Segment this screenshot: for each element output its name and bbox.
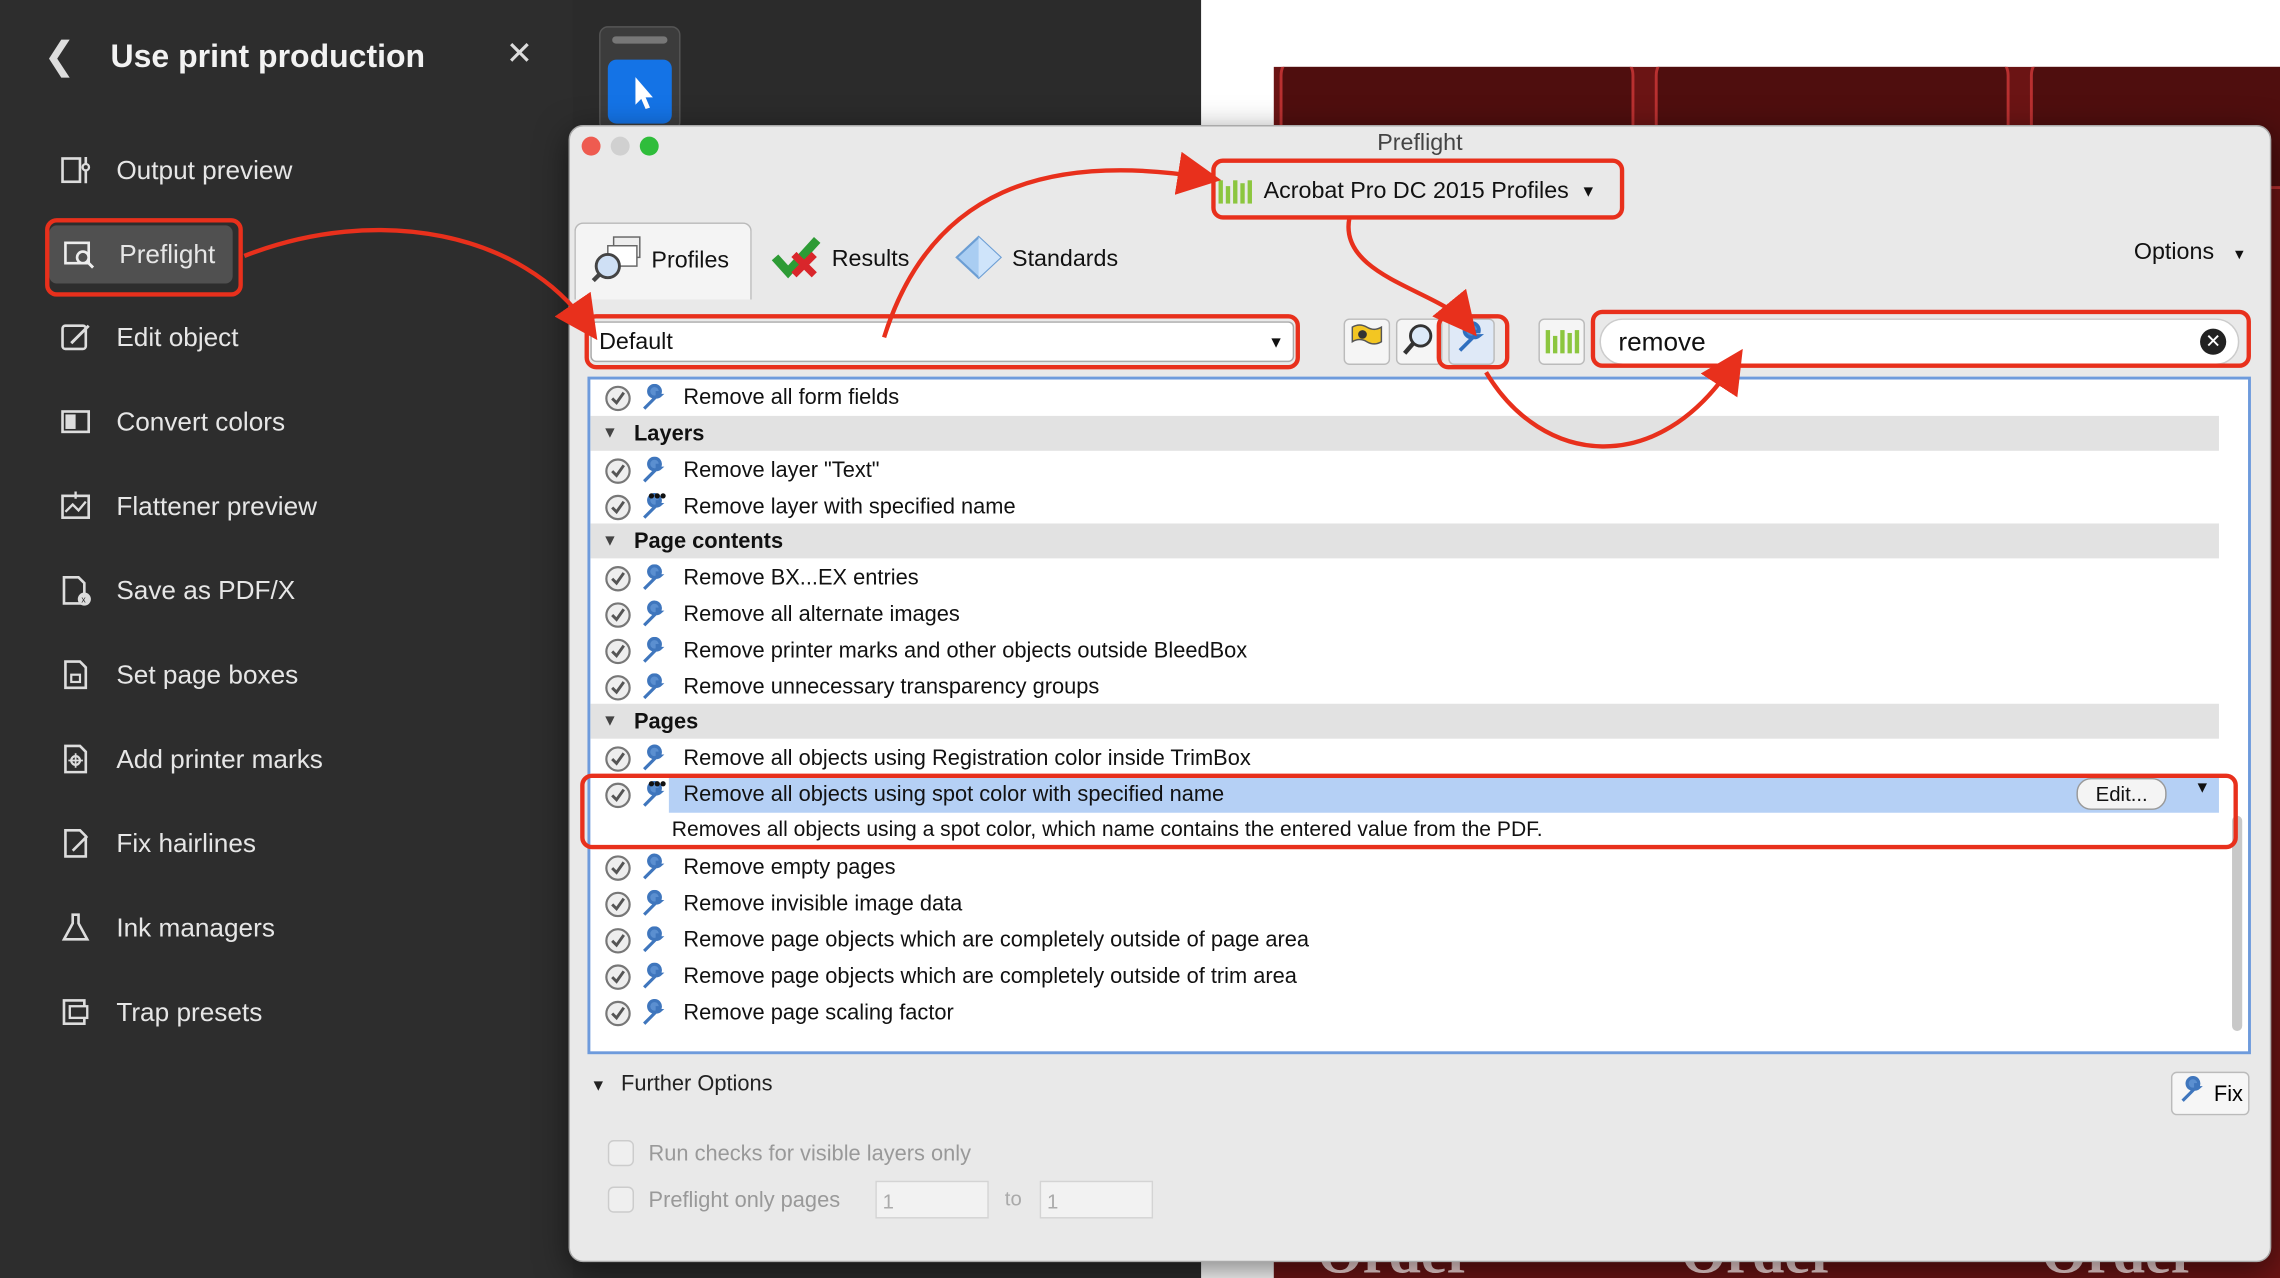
annotation-arrows xyxy=(243,151,1743,449)
